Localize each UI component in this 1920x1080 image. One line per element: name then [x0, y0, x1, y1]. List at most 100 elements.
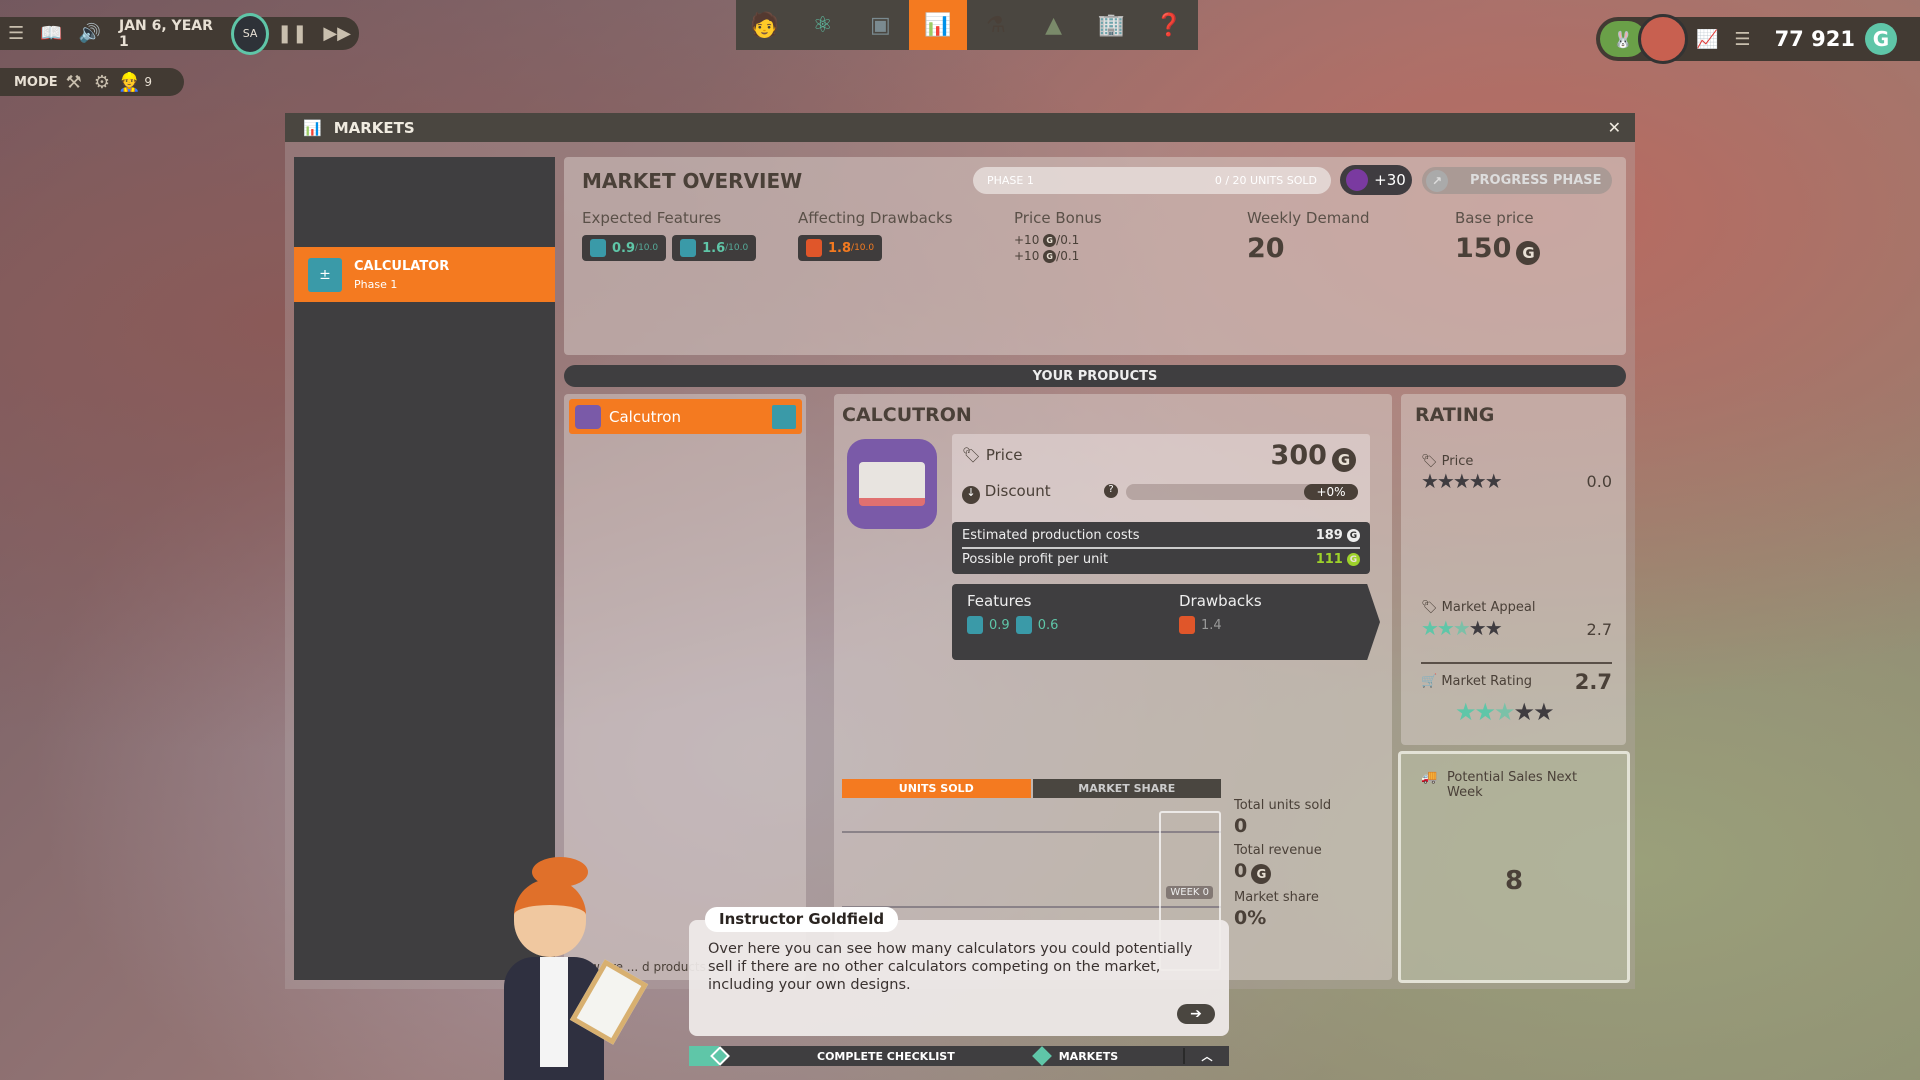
feature-value: 0.6 [1037, 617, 1059, 633]
rating-panel: RATING 🏷 Price ★★★★★ 0.0 🏷 Market Appeal… [1401, 394, 1626, 745]
price-tag-icon: 🏷 [962, 446, 982, 464]
week-label: WEEK 0 [1166, 886, 1213, 899]
sidebar-item-calculator[interactable]: ± CALCULATOR Phase 1 [294, 247, 555, 302]
chevron-up-icon[interactable]: ︿ [1183, 1048, 1229, 1064]
mode-bar: MODE ⚒ ⚙ 👷 9 [0, 68, 184, 96]
profit-label: Possible profit per unit [962, 552, 1109, 567]
price-tag-icon: 🏷 [1421, 454, 1438, 469]
production-icon[interactable]: ☰ [1734, 29, 1750, 50]
tab-expansion[interactable]: ▲ [1025, 0, 1083, 50]
tab-buildings[interactable]: 🏢 [1083, 0, 1141, 50]
next-button[interactable]: ➔ [1177, 1004, 1215, 1024]
help-icon[interactable]: ? [1104, 484, 1118, 498]
menu-icon[interactable]: ☰ [8, 23, 24, 44]
avatar[interactable] [1638, 14, 1688, 64]
checklist-bar[interactable]: COMPLETE CHECKLIST MARKETS ︿ [689, 1046, 1229, 1066]
discount-value: +0% [1304, 484, 1358, 500]
currency-icon: G [1864, 23, 1897, 55]
bonus-value: +30 [1374, 171, 1406, 189]
speed-badge[interactable]: SA [231, 12, 270, 55]
product-image [847, 439, 937, 529]
overview-title: MARKET OVERVIEW [582, 169, 803, 193]
sound-icon[interactable]: 🔊 [79, 23, 101, 44]
hammer-icon[interactable]: ⚒ [66, 72, 82, 93]
tab-help[interactable]: ❓ [1140, 0, 1198, 50]
your-products-header: YOUR PRODUCTS [564, 365, 1626, 387]
price-panel: 🏷 Price 300 G ↓ Discount ? +0% [952, 434, 1370, 524]
units-sold-progress: 0 / 20 UNITS SOLD [1214, 174, 1317, 187]
appeal-icon: 🏷 [1421, 600, 1438, 615]
bonus-badge: +30 [1340, 165, 1412, 195]
price-value[interactable]: 300 [1271, 440, 1327, 471]
weekly-demand-value: 20 [1247, 233, 1285, 264]
display-icon [680, 239, 697, 257]
book-icon[interactable]: 📖 [40, 23, 62, 44]
tab-research[interactable]: ⚛ [794, 0, 852, 50]
product-title: CALCUTRON [842, 404, 972, 426]
weight-icon [806, 239, 822, 257]
tab-market-share[interactable]: MARKET SHARE [1032, 779, 1221, 798]
price-stars: ★★★★★ [1421, 469, 1503, 493]
drawbacks-label: Affecting Drawbacks [798, 209, 953, 227]
drawback-chip-weight: 1.8/10.0 [798, 235, 883, 261]
appeal-value: 2.7 [1586, 620, 1612, 639]
tab-units-sold[interactable]: UNITS SOLD [842, 779, 1031, 798]
instructor-character [484, 857, 667, 1080]
product-icon [575, 404, 601, 429]
progress-phase-button[interactable]: ↗ PROGRESS PHASE [1422, 167, 1612, 194]
mode-label: MODE [14, 74, 58, 90]
binoculars-icon [1346, 169, 1369, 191]
discount-slider[interactable]: +0% [1126, 484, 1358, 500]
chart-tabs: UNITS SOLD MARKET SHARE [842, 779, 1221, 798]
discount-label: Discount [984, 482, 1051, 500]
feature-chip-display: 1.6/10.0 [672, 235, 757, 261]
market-rating-label: Market Rating [1441, 674, 1533, 689]
total-units-label: Total units sold [1234, 798, 1332, 813]
price-label: Price [985, 446, 1023, 464]
cost-label: Estimated production costs [962, 528, 1140, 543]
phase-label: PHASE 1 [987, 174, 1034, 187]
product-name: Calcutron [609, 407, 681, 426]
main-toolbar: 🧑 ⚛ ▣ 📊 ⚗ ▲ 🏢 ❓ [736, 0, 1198, 50]
finance-chart-icon[interactable]: 📈 [1696, 29, 1718, 50]
base-price-label: Base price [1455, 209, 1534, 227]
revenue-value: 0 [1234, 860, 1248, 882]
market-rating-value: 2.7 [1574, 670, 1612, 694]
window-title: MARKETS [333, 118, 415, 137]
cost-value: 189 [1315, 528, 1343, 543]
base-price-value: 150 [1455, 233, 1512, 264]
sidebar-item-sub: Phase 1 [354, 277, 398, 291]
revenue-label: Total revenue [1234, 843, 1322, 858]
arrow-up-right-icon: ↗ [1426, 169, 1448, 192]
phase-progress: PHASE 1 0 / 20 UNITS SOLD [973, 167, 1331, 194]
product-item-calcutron[interactable]: Calcutron [569, 399, 802, 434]
tab-staff[interactable]: 🧑 [736, 0, 794, 50]
potential-sales-panel: 🚚 Potential Sales Next Week 8 [1398, 751, 1630, 983]
truck-icon: 🚚 [1421, 770, 1438, 785]
share-value: 0% [1234, 906, 1267, 929]
profit-value: 111 [1315, 552, 1343, 567]
resource-bar: 🐰 📈 ☰ 77 921 G [1596, 14, 1920, 64]
fast-forward-icon[interactable]: ▶▶ [323, 23, 351, 44]
market-overview: MARKET OVERVIEW PHASE 1 0 / 20 UNITS SOL… [564, 157, 1626, 355]
discount-icon: ↓ [962, 486, 980, 504]
tab-markets[interactable]: 📊 [909, 0, 967, 50]
drawbacks-label: Drawbacks [1179, 592, 1262, 610]
sidebar-item-label: CALCULATOR [354, 258, 450, 274]
tab-products[interactable]: ▣ [852, 0, 910, 50]
checklist-label: COMPLETE CHECKLIST [817, 1049, 955, 1063]
close-icon[interactable]: ✕ [1608, 118, 1621, 137]
price-bonus-row: +10 G/0.1 [1014, 233, 1080, 247]
money-display: 77 921 [1774, 27, 1855, 51]
drawback-value: 1.4 [1201, 617, 1222, 633]
date-display: JAN 6, YEAR 1 [118, 17, 213, 50]
tutorial-dialog: Over here you can see how many calculato… [689, 920, 1229, 1036]
tab-lab[interactable]: ⚗ [967, 0, 1025, 50]
worker-icon[interactable]: 👷 [118, 72, 140, 93]
calculator-icon [772, 404, 796, 429]
total-units-value: 0 [1234, 815, 1248, 837]
cart-icon: 🛒 [1421, 674, 1438, 689]
market-rating-stars: ★★★★★ [1455, 698, 1555, 726]
pause-icon[interactable]: ❚❚ [277, 23, 307, 44]
gear-icon[interactable]: ⚙ [94, 72, 110, 93]
